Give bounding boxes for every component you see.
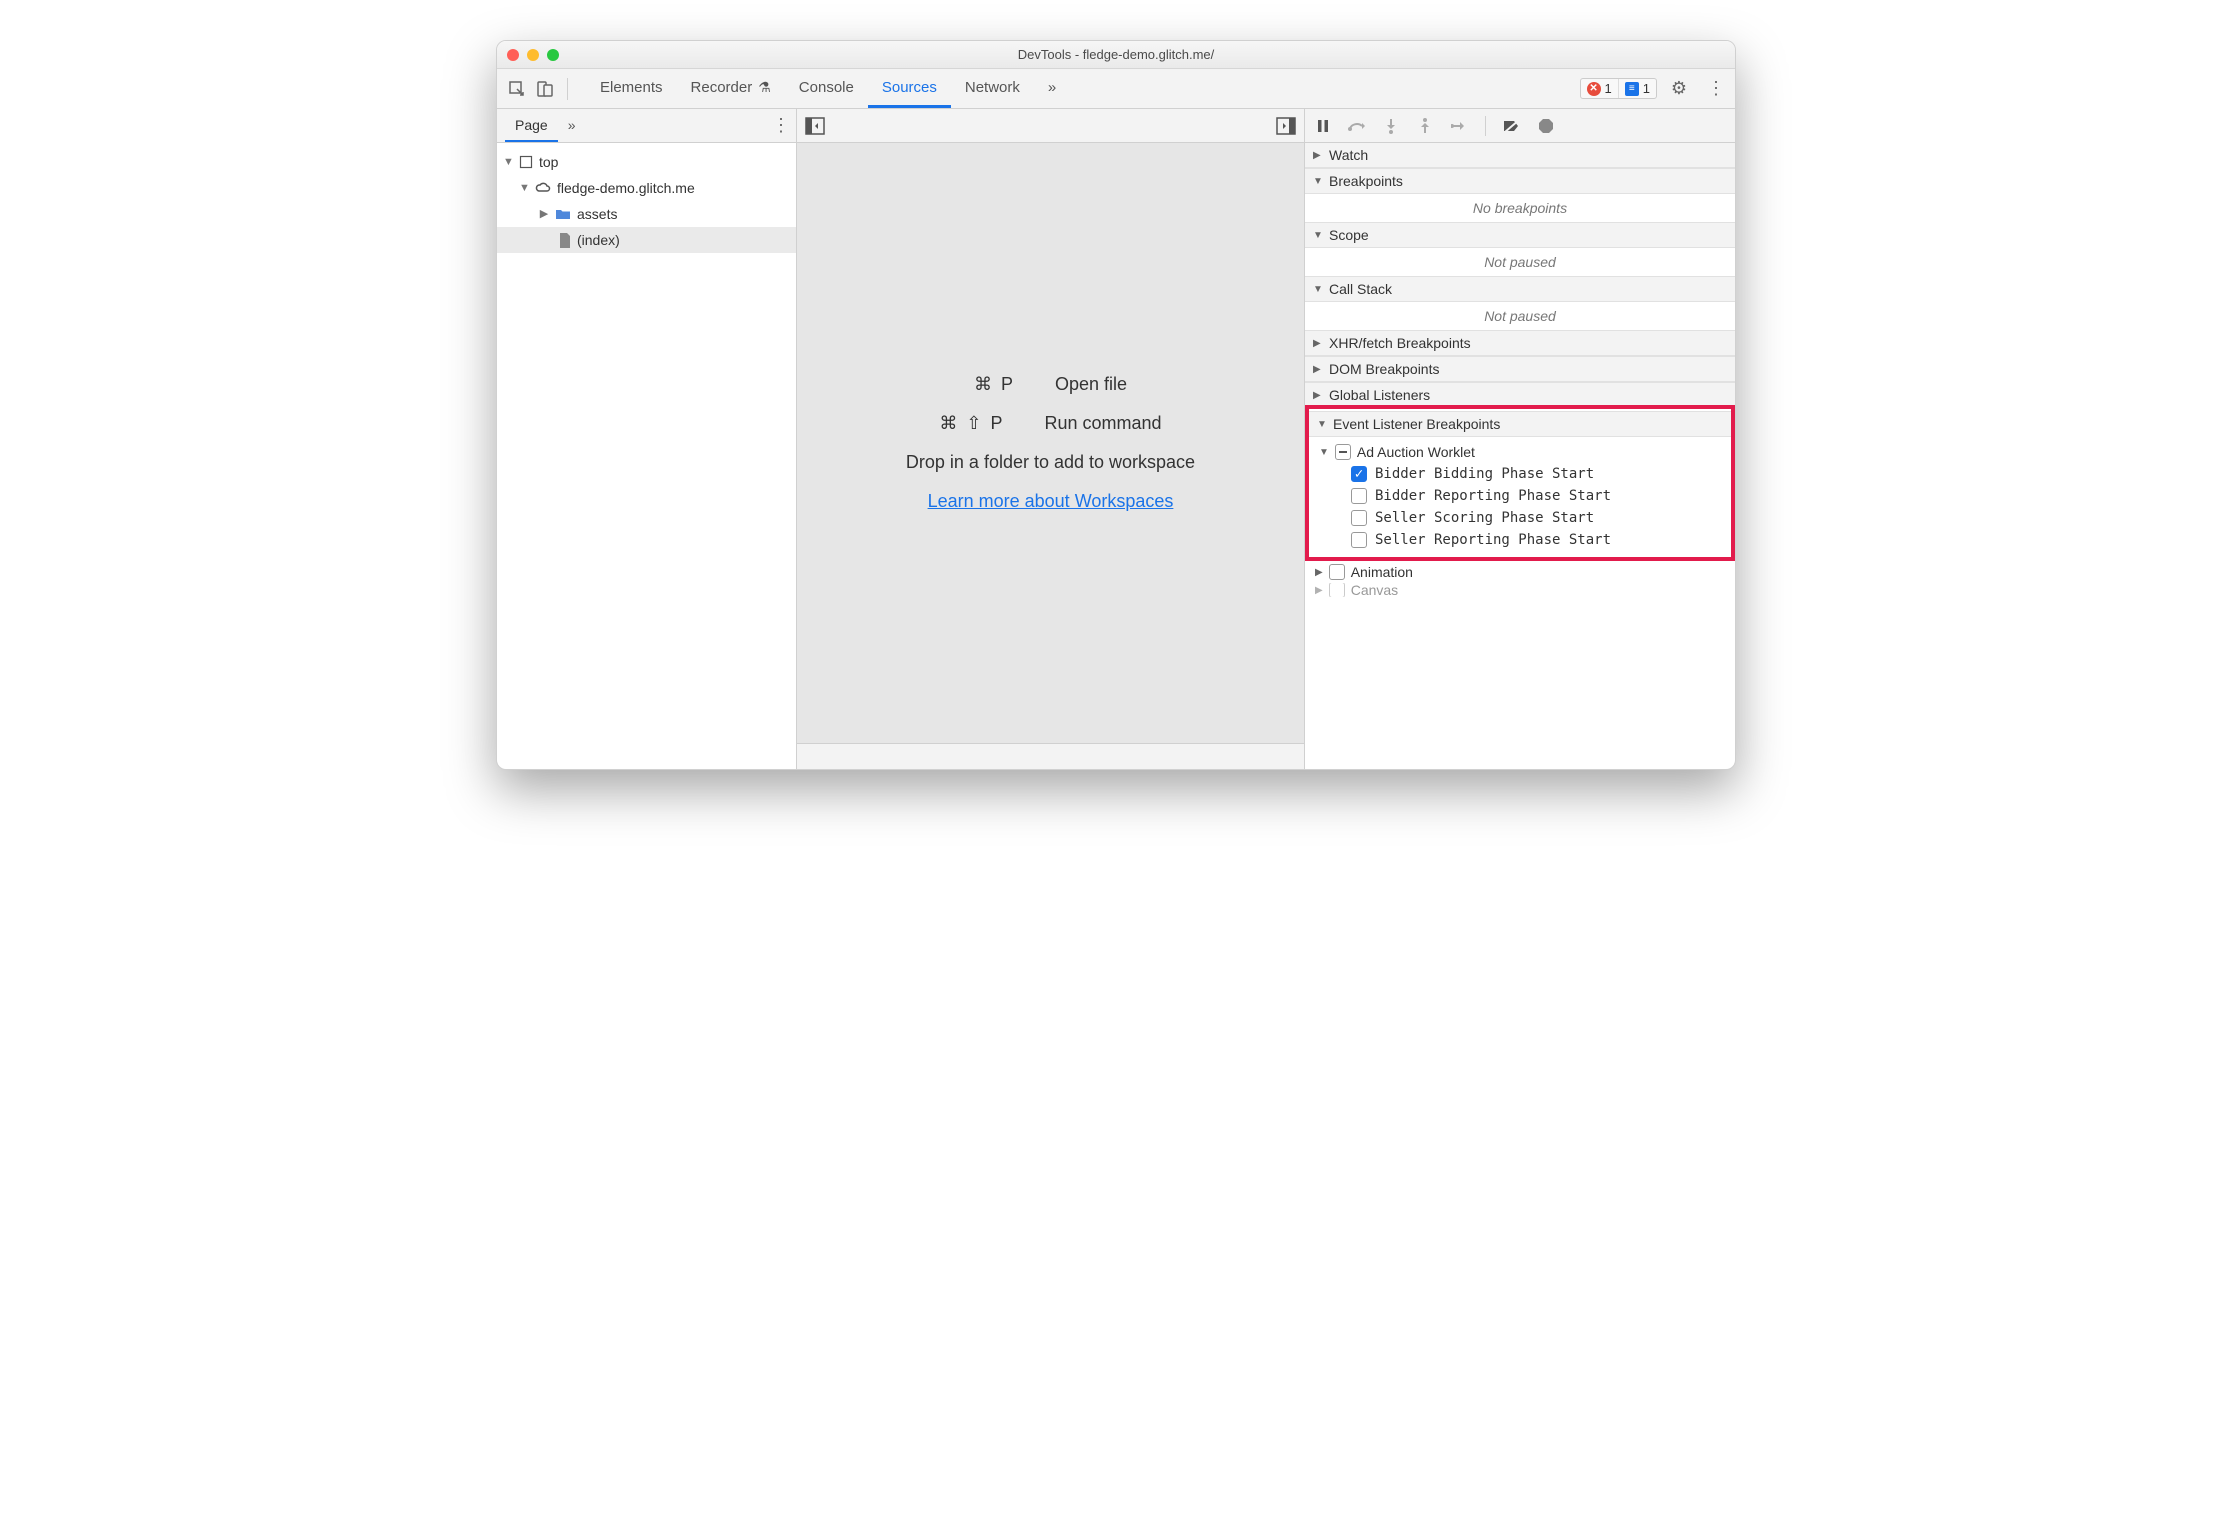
- checkbox-unchecked[interactable]: [1329, 564, 1345, 580]
- tab-sources[interactable]: Sources: [868, 69, 951, 108]
- document-icon: [559, 233, 571, 248]
- tab-recorder[interactable]: Recorder⚗: [677, 69, 785, 108]
- highlighted-section: ▼Event Listener Breakpoints ▼ Ad Auction…: [1305, 405, 1735, 561]
- chevron-right-icon: ▶: [1313, 364, 1323, 375]
- section-callstack[interactable]: ▼Call Stack: [1305, 276, 1735, 302]
- checkbox-unchecked[interactable]: [1351, 488, 1367, 504]
- elb-item-bidder-reporting[interactable]: Bidder Reporting Phase Start: [1309, 485, 1731, 507]
- elb-item-bidder-bidding[interactable]: ✓ Bidder Bidding Phase Start: [1309, 463, 1731, 485]
- step-icon[interactable]: [1447, 114, 1471, 138]
- breakpoints-empty: No breakpoints: [1305, 194, 1735, 222]
- elb-group-canvas[interactable]: ▶ Canvas: [1305, 583, 1735, 597]
- navigator-more-icon[interactable]: ⋮: [772, 115, 788, 136]
- console-status[interactable]: ✕ 1 ≡ 1: [1580, 78, 1657, 99]
- run-command-shortcut: ⌘ ⇧ P: [939, 413, 1004, 434]
- pause-exceptions-icon[interactable]: [1534, 114, 1558, 138]
- chevron-down-icon: ▼: [503, 151, 513, 173]
- chevron-right-icon: ▶: [1313, 338, 1323, 349]
- debugger-controls: [1305, 109, 1735, 143]
- file-tree: ▼ top ▼ fledge-demo.glitch.me ▶ assets (…: [497, 143, 796, 259]
- tab-network[interactable]: Network: [951, 69, 1034, 108]
- chevron-right-icon: ▶: [539, 203, 549, 225]
- chevron-down-icon: ▼: [1319, 447, 1329, 458]
- tab-elements[interactable]: Elements: [586, 69, 677, 108]
- section-global[interactable]: ▶Global Listeners: [1305, 382, 1735, 407]
- section-event-listener-breakpoints[interactable]: ▼Event Listener Breakpoints: [1309, 411, 1731, 437]
- pause-icon[interactable]: [1311, 114, 1335, 138]
- editor-placeholder: ⌘ P Open file ⌘ ⇧ P Run command Drop in …: [797, 143, 1304, 743]
- step-out-icon[interactable]: [1413, 114, 1437, 138]
- elb-group-ad-auction[interactable]: ▼ Ad Auction Worklet: [1309, 441, 1731, 463]
- editor-statusbar: [797, 743, 1304, 769]
- chevron-down-icon: ▼: [1313, 230, 1323, 241]
- folder-icon: [555, 208, 571, 220]
- chevron-right-icon: ▶: [1315, 567, 1323, 578]
- section-watch[interactable]: ▶Watch: [1305, 143, 1735, 168]
- elb-item-seller-scoring[interactable]: Seller Scoring Phase Start: [1309, 507, 1731, 529]
- section-breakpoints[interactable]: ▼Breakpoints: [1305, 168, 1735, 194]
- subtab-page[interactable]: Page: [505, 109, 558, 142]
- main-toolbar: Elements Recorder⚗ Console Sources Netwo…: [497, 69, 1735, 109]
- errors-badge[interactable]: ✕ 1: [1581, 79, 1618, 98]
- learn-workspaces-link[interactable]: Learn more about Workspaces: [928, 491, 1174, 512]
- tree-file-index[interactable]: (index): [497, 227, 796, 253]
- tree-folder[interactable]: ▶ assets: [497, 201, 796, 227]
- error-icon: ✕: [1587, 82, 1601, 96]
- chevron-right-icon: ▶: [1315, 585, 1323, 596]
- elb-group-animation[interactable]: ▶ Animation: [1305, 561, 1735, 583]
- checkbox-unchecked[interactable]: [1351, 510, 1367, 526]
- editor-pane: ⌘ P Open file ⌘ ⇧ P Run command Drop in …: [797, 109, 1305, 769]
- debugger-pane: ▶Watch ▼Breakpoints No breakpoints ▼Scop…: [1305, 109, 1735, 769]
- navigator-pane: Page » ⋮ ▼ top ▼ fledge-demo.glitch.me ▶: [497, 109, 797, 769]
- device-toggle-icon[interactable]: [531, 75, 559, 103]
- chevron-right-icon: ▶: [1313, 150, 1323, 161]
- messages-badge[interactable]: ≡ 1: [1618, 79, 1656, 98]
- tree-origin[interactable]: ▼ fledge-demo.glitch.me: [497, 175, 796, 201]
- run-command-label: Run command: [1045, 413, 1162, 434]
- message-icon: ≡: [1625, 82, 1639, 96]
- navigator-tabs: Page » ⋮: [497, 109, 796, 143]
- toggle-navigator-icon[interactable]: [805, 117, 825, 135]
- checkbox-unchecked[interactable]: [1351, 532, 1367, 548]
- toggle-debugger-icon[interactable]: [1276, 117, 1296, 135]
- checkbox-checked[interactable]: ✓: [1351, 466, 1367, 482]
- devtools-window: DevTools - fledge-demo.glitch.me/ Elemen…: [496, 40, 1736, 770]
- tabs-overflow[interactable]: »: [1034, 69, 1070, 108]
- chevron-right-icon: ▶: [1313, 390, 1323, 401]
- checkbox-indeterminate[interactable]: [1335, 444, 1351, 460]
- callstack-empty: Not paused: [1305, 302, 1735, 330]
- deactivate-breakpoints-icon[interactable]: [1500, 114, 1524, 138]
- chevron-down-icon: ▼: [1313, 176, 1323, 187]
- section-dom[interactable]: ▶DOM Breakpoints: [1305, 356, 1735, 382]
- section-scope[interactable]: ▼Scope: [1305, 222, 1735, 248]
- step-into-icon[interactable]: [1379, 114, 1403, 138]
- frame-icon: [519, 155, 533, 169]
- tree-top[interactable]: ▼ top: [497, 149, 796, 175]
- scope-empty: Not paused: [1305, 248, 1735, 276]
- checkbox-unchecked[interactable]: [1329, 583, 1345, 597]
- chevron-down-icon: ▼: [1317, 419, 1327, 430]
- inspect-icon[interactable]: [503, 75, 531, 103]
- elb-item-seller-reporting[interactable]: Seller Reporting Phase Start: [1309, 529, 1731, 551]
- chevron-down-icon: ▼: [1313, 284, 1323, 295]
- editor-tabbar: [797, 109, 1304, 143]
- cloud-icon: [535, 182, 551, 194]
- panel-tabs: Elements Recorder⚗ Console Sources Netwo…: [586, 69, 1070, 108]
- step-over-icon[interactable]: [1345, 114, 1369, 138]
- open-file-shortcut: ⌘ P: [974, 374, 1015, 395]
- chevron-down-icon: ▼: [519, 177, 529, 199]
- titlebar: DevTools - fledge-demo.glitch.me/: [497, 41, 1735, 69]
- drop-folder-text: Drop in a folder to add to workspace: [906, 452, 1195, 473]
- open-file-label: Open file: [1055, 374, 1127, 395]
- section-xhr[interactable]: ▶XHR/fetch Breakpoints: [1305, 330, 1735, 356]
- window-title: DevTools - fledge-demo.glitch.me/: [497, 47, 1735, 62]
- settings-icon[interactable]: ⚙: [1665, 75, 1693, 103]
- elb-list: ▼ Ad Auction Worklet ✓ Bidder Bidding Ph…: [1309, 437, 1731, 555]
- tab-console[interactable]: Console: [785, 69, 868, 108]
- subtab-overflow[interactable]: »: [558, 109, 586, 142]
- more-icon[interactable]: ⋮: [1701, 75, 1729, 103]
- flask-icon: ⚗: [758, 79, 771, 96]
